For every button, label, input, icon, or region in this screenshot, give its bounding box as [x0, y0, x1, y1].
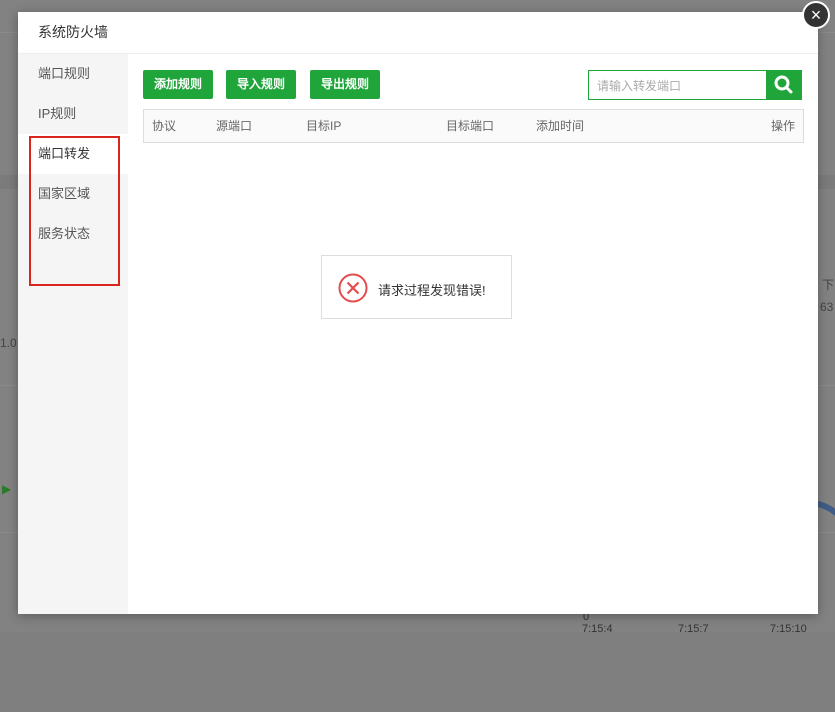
bg-left-value: 1.0 — [0, 336, 17, 350]
toolbar: 添加规则 导入规则 导出规则 — [143, 70, 803, 101]
export-rule-button[interactable]: 导出规则 — [310, 70, 380, 99]
search-input[interactable] — [589, 71, 777, 101]
bg-play-icon: ▶ — [2, 482, 12, 496]
sidebar-item-service-status[interactable]: 服务状态 — [18, 214, 128, 254]
bg-axis-tick: 7:15:10 — [770, 623, 807, 635]
column-target-ip: 目标IP — [306, 119, 342, 133]
column-added-time: 添加时间 — [536, 119, 585, 133]
close-icon: × — [810, 5, 822, 25]
error-toast: 请求过程发现错误! — [321, 255, 512, 319]
search-button[interactable] — [766, 70, 801, 100]
sidebar-item-port-forwarding[interactable]: 端口转发 — [18, 134, 128, 174]
error-icon — [338, 273, 368, 303]
sidebar-item-country-region[interactable]: 国家区域 — [18, 174, 128, 214]
bg-right-value: 63 — [820, 300, 834, 314]
forwarding-table: 协议 源端口 目标IP 目标端口 添加时间 操作 — [143, 109, 804, 143]
search-icon — [774, 75, 793, 94]
column-protocol: 协议 — [152, 119, 177, 133]
close-button[interactable]: × — [802, 1, 830, 29]
bg-axis-tick: 7:15:7 — [678, 623, 709, 635]
table-header: 协议 源端口 目标IP 目标端口 添加时间 操作 — [144, 110, 803, 142]
search-box — [588, 70, 802, 101]
dialog-title: 系统防火墙 — [18, 12, 818, 54]
add-rule-button[interactable]: 添加规则 — [143, 70, 213, 99]
toast-message: 请求过程发现错误! — [378, 283, 486, 298]
column-target-port: 目标端口 — [446, 119, 495, 133]
bg-axis-tick: 7:15:4 — [582, 623, 613, 635]
sidebar-item-ip-rules[interactable]: IP规则 — [18, 94, 128, 134]
column-actions: 操作 — [770, 119, 795, 133]
sidebar: 端口规则 IP规则 端口转发 国家区域 服务状态 — [18, 54, 128, 614]
column-source-port: 源端口 — [216, 119, 253, 133]
firewall-dialog: 系统防火墙 端口规则 IP规则 端口转发 国家区域 服务状态 添加规则 导入规则… — [18, 12, 818, 614]
bg-right-label: 下 — [822, 278, 835, 292]
sidebar-item-port-rules[interactable]: 端口规则 — [18, 54, 128, 94]
import-rule-button[interactable]: 导入规则 — [226, 70, 296, 99]
